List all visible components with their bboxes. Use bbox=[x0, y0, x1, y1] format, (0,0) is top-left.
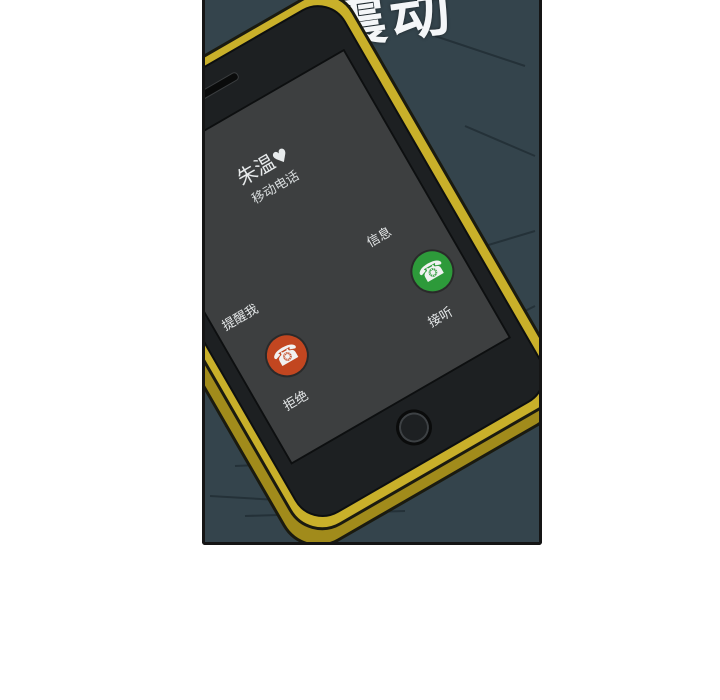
comic-panel: 震动 朱温♥ 移动电话 提醒我 信息 ☎ ☎ 拒绝 接听 bbox=[202, 0, 542, 545]
phone-icon: ☎ bbox=[268, 337, 306, 374]
phone-icon: ☎ bbox=[414, 253, 451, 290]
